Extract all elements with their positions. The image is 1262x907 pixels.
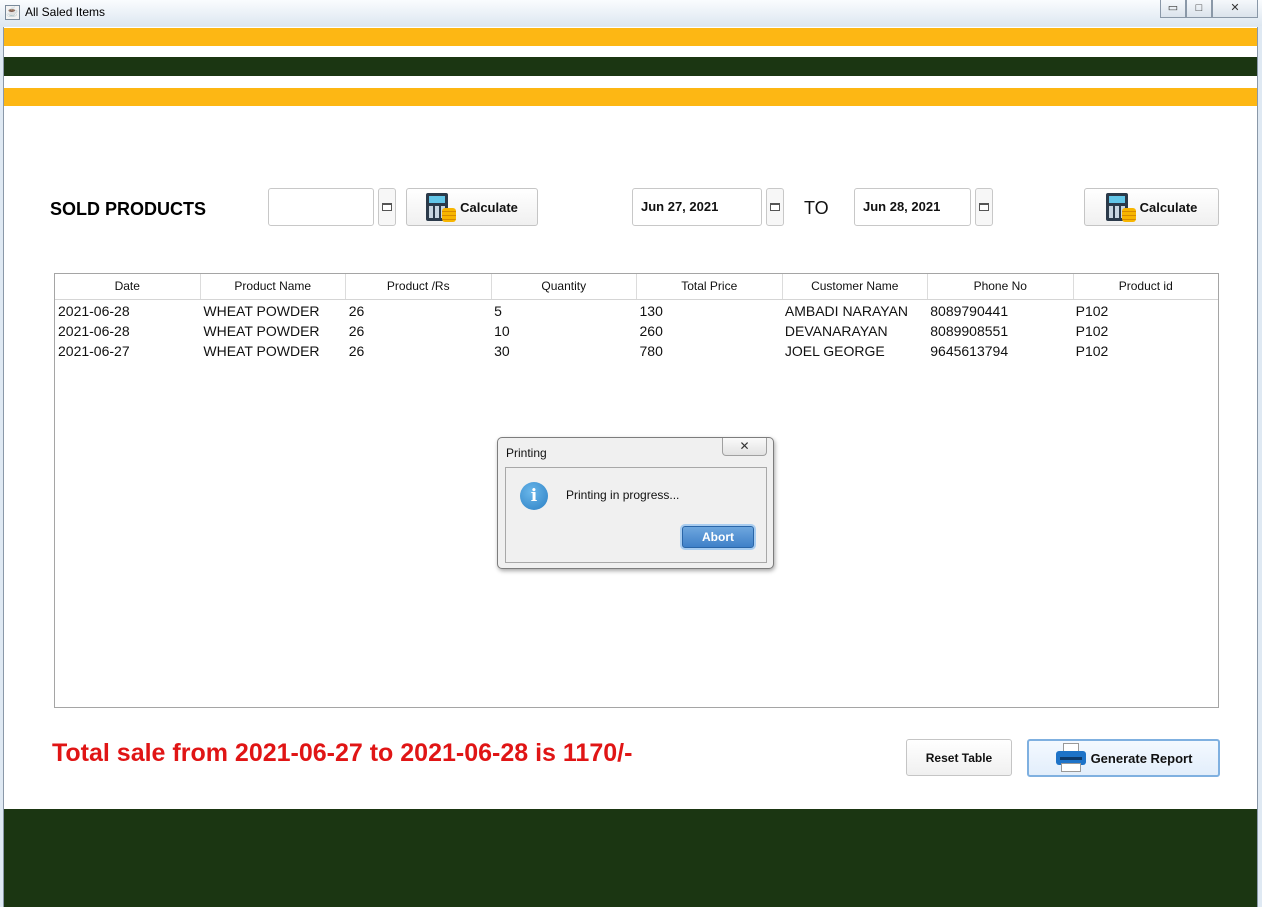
column-header-customer-name[interactable]: Customer Name <box>783 274 928 299</box>
table-cell: 2021-06-28 <box>58 303 130 319</box>
calendar-icon <box>770 203 780 211</box>
close-button[interactable]: ✕ <box>1212 0 1258 18</box>
to-label: TO <box>804 198 829 218</box>
calculator-icon <box>1105 192 1136 222</box>
table-cell: WHEAT POWDER <box>203 323 320 339</box>
total-sale-summary: Total sale from 2021-06-27 to 2021-06-28… <box>52 739 633 767</box>
header-stripe-yellow-bottom <box>4 88 1257 106</box>
table-cell: 130 <box>639 303 663 319</box>
calculate-single-button[interactable]: Calculate <box>406 188 538 226</box>
table-cell: 2021-06-28 <box>58 323 130 339</box>
table-cell: 26 <box>348 343 365 359</box>
table-cell: DEVANARAYAN <box>784 323 888 339</box>
table-cell: 10 <box>494 323 510 339</box>
table-cell: 9645613794 <box>930 343 1009 359</box>
generate-report-label: Generate Report <box>1090 750 1193 766</box>
table-cell: 2021-06-27 <box>58 343 130 359</box>
info-icon: i <box>520 482 548 510</box>
minimize-button[interactable]: ▭ <box>1160 0 1186 18</box>
calculate-single-label: Calculate <box>460 199 518 215</box>
footer-band <box>4 809 1257 907</box>
to-date-picker-button[interactable] <box>975 188 993 226</box>
window-title: All Saled Items <box>25 5 106 19</box>
dialog-body: i Printing in progress... Abort <box>505 467 767 563</box>
column-header-product-price[interactable]: Product /Rs <box>346 274 492 299</box>
table-cell: P102 <box>1075 303 1109 319</box>
table-row[interactable]: 2021-06-28 WHEAT POWDER 26 10 260 DEVANA… <box>55 321 1218 341</box>
table-cell: 8089908551 <box>930 323 1009 339</box>
dialog-close-button[interactable]: ✕ <box>722 438 767 456</box>
printer-icon <box>1055 743 1087 773</box>
table-header: Date Product Name Product /Rs Quantity T… <box>55 274 1218 300</box>
calculator-icon <box>426 192 457 222</box>
page-title: SOLD PRODUCTS <box>50 199 207 219</box>
table-cell: 5 <box>494 303 502 319</box>
table-row[interactable]: 2021-06-28 WHEAT POWDER 26 5 130 AMBADI … <box>55 301 1218 321</box>
table-cell: JOEL GEORGE <box>784 343 885 359</box>
java-icon: ☕ <box>5 5 20 20</box>
to-date-field[interactable]: Jun 28, 2021 <box>854 188 971 226</box>
table-cell: 8089790441 <box>930 303 1009 319</box>
reset-table-button[interactable]: Reset Table <box>906 739 1012 776</box>
table-cell: 30 <box>494 343 510 359</box>
table-cell: 780 <box>639 343 663 359</box>
table-row[interactable]: 2021-06-27 WHEAT POWDER 26 30 780 JOEL G… <box>55 341 1218 361</box>
window-titlebar: ☕ All Saled Items ▭ □ ✕ <box>0 0 1262 26</box>
dialog-message: Printing in progress... <box>566 488 680 502</box>
header-stripe-green <box>4 57 1257 76</box>
from-date-picker-button[interactable] <box>766 188 784 226</box>
table-cell: WHEAT POWDER <box>203 303 320 319</box>
column-header-phone[interactable]: Phone No <box>928 274 1074 299</box>
header-stripe-yellow-top <box>4 28 1257 46</box>
maximize-button[interactable]: □ <box>1186 0 1212 18</box>
table-cell: 26 <box>348 323 365 339</box>
single-date-picker-button[interactable] <box>378 188 396 226</box>
table-cell: P102 <box>1075 343 1109 359</box>
generate-report-button[interactable]: Generate Report <box>1027 739 1220 777</box>
column-header-product-name[interactable]: Product Name <box>201 274 346 299</box>
calculate-range-label: Calculate <box>1139 199 1198 215</box>
calculate-range-button[interactable]: Calculate <box>1084 188 1219 226</box>
abort-button[interactable]: Abort <box>682 526 754 548</box>
column-header-date[interactable]: Date <box>55 274 201 299</box>
table-cell: P102 <box>1075 323 1109 339</box>
calendar-icon <box>979 203 989 211</box>
column-header-quantity[interactable]: Quantity <box>492 274 637 299</box>
table-cell: 26 <box>348 303 365 319</box>
table-cell: 260 <box>639 323 663 339</box>
table-cell: AMBADI NARAYAN <box>784 303 909 319</box>
window-controls: ▭ □ ✕ <box>1160 0 1258 18</box>
table-cell: WHEAT POWDER <box>203 343 320 359</box>
single-date-field[interactable] <box>268 188 374 226</box>
column-header-total-price[interactable]: Total Price <box>637 274 783 299</box>
dialog-title: Printing <box>506 446 547 460</box>
column-header-product-id[interactable]: Product id <box>1074 274 1219 299</box>
from-date-field[interactable]: Jun 27, 2021 <box>632 188 762 226</box>
calendar-icon <box>382 203 392 211</box>
printing-dialog: Printing ✕ i Printing in progress... Abo… <box>497 437 774 569</box>
